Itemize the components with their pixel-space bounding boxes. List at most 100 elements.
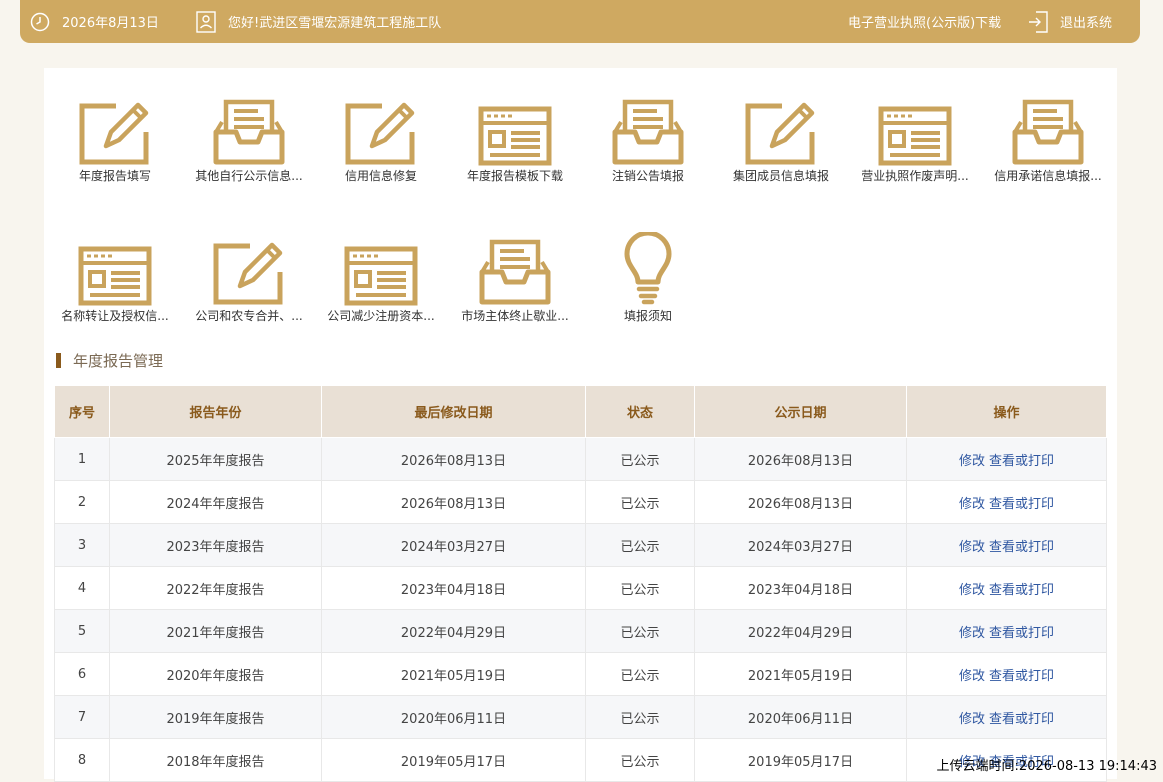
tile-label: 集团成员信息填报 <box>732 169 829 183</box>
tile-11[interactable]: 公司减少注册资本... <box>316 234 446 324</box>
cell-modified: 2019年05月17日 <box>321 738 586 782</box>
edit-icon <box>316 94 446 166</box>
cell-modified: 2023年04月18日 <box>321 566 586 610</box>
view-print-link[interactable]: 查看或打印 <box>989 540 1054 555</box>
cell-modified: 2021年05月19日 <box>321 652 586 696</box>
cell-published: 2019年05月17日 <box>694 738 907 782</box>
cell-year: 2023年年度报告 <box>109 523 322 567</box>
view-print-link[interactable]: 查看或打印 <box>989 454 1054 469</box>
col-header-year: 报告年份 <box>109 385 322 438</box>
tile-label: 年度报告填写 <box>78 169 151 183</box>
tile-7[interactable]: 营业执照作废声明... <box>850 94 980 184</box>
cell-year: 2021年年度报告 <box>109 609 322 653</box>
tile-3[interactable]: 信用信息修复 <box>316 94 446 184</box>
cell-modified: 2026年08月13日 <box>321 437 586 481</box>
logout-button[interactable]: 退出系统 <box>1028 0 1112 43</box>
table-row: 1 2025年年度报告 2026年08月13日 已公示 2026年08月13日 修改 查看或… <box>54 437 1107 481</box>
cell-actions: 修改 查看或打印 <box>906 437 1107 481</box>
tile-5[interactable]: 注销公告填报 <box>583 94 713 184</box>
main-panel: 年度报告填写 其他自行公示信息... 信用信息修复 年度报告模板下载 注销公告填… <box>44 68 1117 782</box>
cell-year: 2022年年度报告 <box>109 566 322 610</box>
col-header-modified: 最后修改日期 <box>321 385 586 438</box>
view-print-link[interactable]: 查看或打印 <box>989 626 1054 641</box>
table-row: 6 2020年年度报告 2021年05月19日 已公示 2021年05月19日 修改 查看或… <box>54 652 1107 696</box>
cell-year: 2019年年度报告 <box>109 695 322 739</box>
tile-label: 填报须知 <box>623 309 672 323</box>
cell-no: 8 <box>54 738 110 782</box>
cell-no: 4 <box>54 566 110 610</box>
table-row: 3 2023年年度报告 2024年03月27日 已公示 2024年03月27日 修改 查看或… <box>54 523 1107 567</box>
cell-no: 7 <box>54 695 110 739</box>
cell-status: 已公示 <box>585 738 695 782</box>
view-print-link[interactable]: 查看或打印 <box>989 669 1054 684</box>
view-print-link[interactable]: 查看或打印 <box>989 712 1054 727</box>
table-row: 5 2021年年度报告 2022年04月29日 已公示 2022年04月29日 修改 查看或… <box>54 609 1107 653</box>
inbox-icon <box>983 94 1113 166</box>
view-print-link[interactable]: 查看或打印 <box>989 497 1054 512</box>
cell-year: 2024年年度报告 <box>109 480 322 524</box>
cell-modified: 2020年06月11日 <box>321 695 586 739</box>
tile-12[interactable]: 市场主体终止歇业... <box>450 234 580 324</box>
cell-actions: 修改 查看或打印 <box>906 609 1107 653</box>
cell-modified: 2024年03月27日 <box>321 523 586 567</box>
edit-icon <box>716 94 846 166</box>
col-header-actions: 操作 <box>906 385 1107 438</box>
edit-link[interactable]: 修改 <box>959 454 985 469</box>
cell-no: 5 <box>54 609 110 653</box>
license-download-link[interactable]: 电子营业执照(公示版)下载 <box>848 0 1001 43</box>
greeting-text: 您好!武进区雪堰宏源建筑工程施工队 <box>228 16 442 31</box>
edit-link[interactable]: 修改 <box>959 497 985 512</box>
cell-published: 2023年04月18日 <box>694 566 907 610</box>
cell-year: 2020年年度报告 <box>109 652 322 696</box>
tile-label: 营业执照作废声明... <box>861 169 969 183</box>
cell-status: 已公示 <box>585 695 695 739</box>
cell-modified: 2026年08月13日 <box>321 480 586 524</box>
tile-9[interactable]: 名称转让及授权信... <box>50 234 180 324</box>
inbox-icon <box>450 234 580 306</box>
bulb-icon <box>583 232 713 306</box>
tile-label: 年度报告模板下载 <box>466 169 563 183</box>
date-display: 2026年8月13日 <box>30 0 159 43</box>
user-greeting: 您好!武进区雪堰宏源建筑工程施工队 <box>196 0 441 43</box>
section-title-text: 年度报告管理 <box>73 351 164 370</box>
tile-13[interactable]: 填报须知 <box>583 232 713 324</box>
cell-year: 2025年年度报告 <box>109 437 322 481</box>
cell-actions: 修改 查看或打印 <box>906 566 1107 610</box>
tile-label: 其他自行公示信息... <box>195 169 303 183</box>
tile-10[interactable]: 公司和农专合并、... <box>184 234 314 324</box>
cell-no: 1 <box>54 437 110 481</box>
tile-8[interactable]: 信用承诺信息填报... <box>983 94 1113 184</box>
form-icon <box>316 234 446 306</box>
edit-link[interactable]: 修改 <box>959 540 985 555</box>
edit-link[interactable]: 修改 <box>959 712 985 727</box>
tile-2[interactable]: 其他自行公示信息... <box>184 94 314 184</box>
clock-icon <box>30 12 50 31</box>
tile-label: 名称转让及授权信... <box>61 309 169 323</box>
table-header-row: 序号 报告年份 最后修改日期 状态 公示日期 操作 <box>54 385 1107 438</box>
tile-label: 市场主体终止歇业... <box>461 309 569 323</box>
cell-published: 2022年04月29日 <box>694 609 907 653</box>
tile-4[interactable]: 年度报告模板下载 <box>450 94 580 184</box>
tile-label: 注销公告填报 <box>611 169 684 183</box>
view-print-link[interactable]: 查看或打印 <box>989 583 1054 598</box>
tile-6[interactable]: 集团成员信息填报 <box>716 94 846 184</box>
cell-status: 已公示 <box>585 437 695 481</box>
tile-label: 公司减少注册资本... <box>327 309 435 323</box>
cell-published: 2020年06月11日 <box>694 695 907 739</box>
form-icon <box>450 94 580 166</box>
table-row: 2 2024年年度报告 2026年08月13日 已公示 2026年08月13日 修改 查看或… <box>54 480 1107 524</box>
cell-published: 2024年03月27日 <box>694 523 907 567</box>
cell-actions: 修改 查看或打印 <box>906 652 1107 696</box>
current-date: 2026年8月13日 <box>62 16 159 31</box>
edit-icon <box>184 234 314 306</box>
tile-1[interactable]: 年度报告填写 <box>50 94 180 184</box>
edit-link[interactable]: 修改 <box>959 583 985 598</box>
col-header-status: 状态 <box>585 385 695 438</box>
section-marker <box>56 352 61 368</box>
edit-link[interactable]: 修改 <box>959 626 985 641</box>
edit-link[interactable]: 修改 <box>959 669 985 684</box>
cell-published: 2026年08月13日 <box>694 437 907 481</box>
section-title: 年度报告管理 <box>56 350 163 370</box>
col-header-published: 公示日期 <box>694 385 907 438</box>
logout-icon <box>1029 10 1048 33</box>
